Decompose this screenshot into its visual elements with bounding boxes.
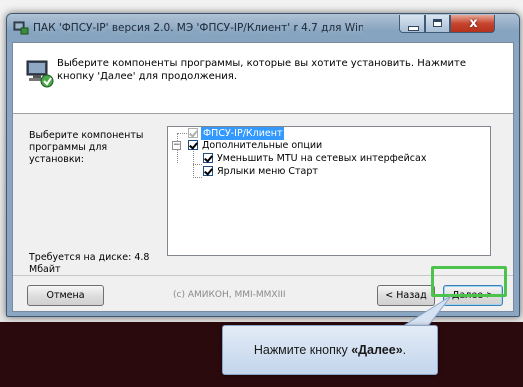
minimize-button[interactable]: [399, 15, 425, 33]
next-button-highlight: [431, 266, 507, 297]
tree-item-label: Уменьшить MTU на сетевых интерфейсах: [217, 153, 427, 164]
checkbox[interactable]: [188, 140, 198, 150]
callout-suffix: .: [402, 343, 407, 357]
callout-text: Нажмите кнопку: [253, 343, 352, 357]
minimize-icon: [408, 26, 419, 31]
components-tree[interactable]: ФПСУ-IP/Клиент − Дополнительные опции Ум…: [167, 126, 491, 256]
back-button[interactable]: < Назад: [377, 285, 435, 306]
cancel-button[interactable]: Отмена: [27, 285, 104, 306]
callout-bold-text: «Далее»: [351, 343, 403, 357]
tree-connector: [193, 164, 202, 165]
tree-connector: [177, 133, 187, 134]
computer-install-icon: [26, 60, 54, 88]
maximize-icon: [433, 19, 442, 27]
checkbox[interactable]: [203, 166, 213, 176]
collapse-icon[interactable]: −: [172, 141, 181, 150]
hint-callout: Нажмите кнопку «Далее».: [222, 325, 438, 375]
disk-space-label: Требуется на диске: 4.8 Мбайт: [29, 252, 150, 275]
title-bar[interactable]: ПАК 'ФПСУ-IP' версия 2.0. МЭ 'ФПСУ-IP/Кл…: [7, 14, 519, 42]
copyright-text: (c) АМИКОН, MMI-MMXIII: [173, 290, 286, 300]
tree-item-label: Дополнительные опции: [202, 140, 323, 151]
components-label: Выберите компоненты программы для устано…: [29, 130, 144, 165]
checkbox[interactable]: [203, 153, 213, 163]
header-instruction: Выберите компоненты программы, которые в…: [57, 58, 466, 82]
close-icon: x: [469, 16, 478, 31]
window-title: ПАК 'ФПСУ-IP' версия 2.0. МЭ 'ФПСУ-IP/Кл…: [33, 22, 363, 34]
app-icon: [13, 21, 29, 35]
tree-connector: [193, 177, 202, 178]
checkbox[interactable]: [188, 128, 198, 138]
maximize-button[interactable]: [425, 15, 450, 33]
close-button[interactable]: x: [450, 15, 495, 33]
header-panel: Выберите компоненты программы, которые в…: [13, 43, 513, 114]
tree-item-label: Ярлыки меню Старт: [217, 166, 318, 177]
